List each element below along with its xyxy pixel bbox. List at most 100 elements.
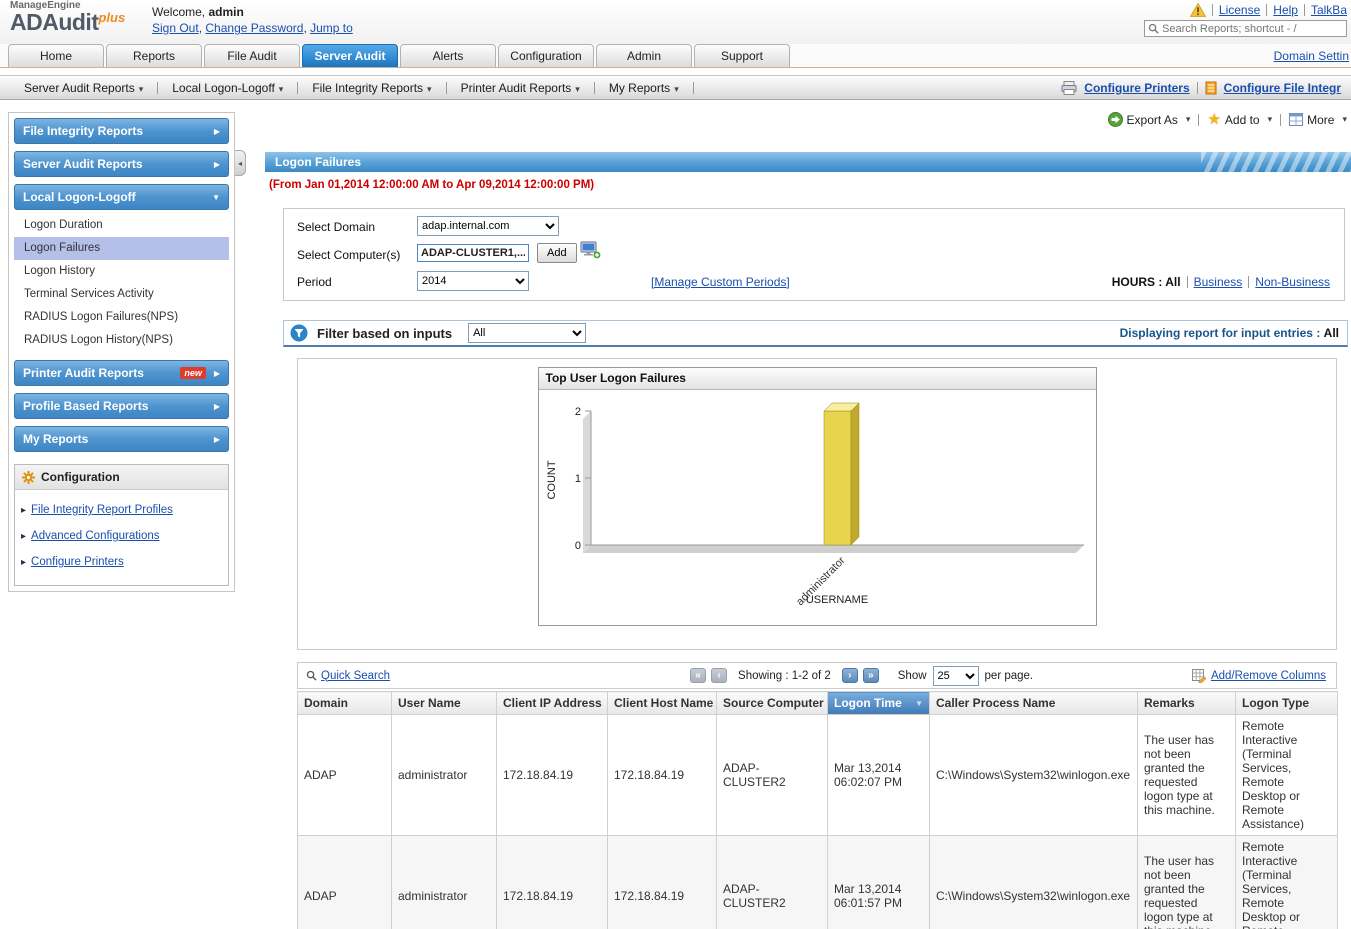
sidebar-section-profile-based-reports[interactable]: Profile Based Reports: [14, 393, 229, 419]
sidebar-item-logon-failures[interactable]: Logon Failures: [14, 237, 229, 260]
column-header-source-computer[interactable]: Source Computer: [717, 692, 828, 715]
separator: [1266, 4, 1267, 16]
utility-links: License Help TalkBa: [1190, 3, 1347, 17]
business-hours-link[interactable]: Business: [1194, 275, 1243, 289]
sidebar-collapse-handle[interactable]: ◂: [235, 150, 246, 176]
welcome-text: Welcome, admin: [152, 5, 244, 19]
tab-alerts[interactable]: Alerts: [400, 44, 496, 67]
domain-settings-link[interactable]: Domain Settin: [1274, 49, 1349, 63]
column-header-domain[interactable]: Domain: [298, 692, 392, 715]
per-page-label: per page.: [985, 670, 1034, 682]
sidebar-item-radius-logon-failures[interactable]: RADIUS Logon Failures(NPS): [14, 306, 229, 329]
tab-configuration[interactable]: Configuration: [498, 44, 594, 67]
report-subnav: Server Audit Reports Local Logon-Logoff …: [0, 75, 1351, 100]
bullet-arrow-icon: [21, 549, 26, 575]
non-business-hours-link[interactable]: Non-Business: [1255, 275, 1330, 289]
sidebar-item-radius-logon-history[interactable]: RADIUS Logon History(NPS): [14, 329, 229, 352]
file-integrity-report-profiles-link[interactable]: File Integrity Report Profiles: [31, 498, 173, 522]
y-tick-2: 2: [574, 406, 580, 418]
separator: [693, 82, 694, 94]
column-header-client-host[interactable]: Client Host Name: [608, 692, 717, 715]
chart-title: Top User Logon Failures: [539, 368, 1096, 390]
sidebar-item-logon-duration[interactable]: Logon Duration: [14, 214, 229, 237]
sidebar-item-logon-history[interactable]: Logon History: [14, 260, 229, 283]
filter-select[interactable]: All: [468, 323, 586, 343]
tab-admin[interactable]: Admin: [596, 44, 692, 67]
last-page-button[interactable]: »: [863, 668, 879, 683]
add-computer-button[interactable]: Add: [537, 243, 577, 263]
y-tick-0: 0: [574, 540, 580, 552]
table-row: ADAP administrator 172.18.84.19 172.18.8…: [298, 715, 1338, 836]
talkback-link[interactable]: TalkBa: [1311, 3, 1347, 17]
separator: [594, 82, 595, 94]
tab-home[interactable]: Home: [8, 44, 104, 67]
subnav-local-logon-logoff[interactable]: Local Logon-Logoff: [172, 81, 283, 95]
tab-support[interactable]: Support: [694, 44, 790, 67]
bullet-arrow-icon: [21, 497, 26, 523]
jump-to-link[interactable]: Jump to: [310, 21, 353, 35]
help-link[interactable]: Help: [1273, 3, 1298, 17]
first-page-button[interactable]: «: [690, 668, 706, 683]
period-select[interactable]: 2014: [417, 271, 529, 291]
separator: [446, 82, 447, 94]
sidebar-item-terminal-services-activity[interactable]: Terminal Services Activity: [14, 283, 229, 306]
sidebar-section-my-reports[interactable]: My Reports: [14, 426, 229, 452]
column-header-logon-time[interactable]: Logon Time: [828, 692, 930, 715]
product-name: ADAudit: [10, 9, 98, 35]
report-content: Logon Failures (From Jan 01,2014 12:00:0…: [265, 112, 1351, 929]
cell-source-computer: ADAP-CLUSTER2: [717, 715, 828, 836]
search-icon: [1148, 23, 1159, 34]
column-header-client-ip[interactable]: Client IP Address: [497, 692, 608, 715]
displaying-report-text: Displaying report for input entries : Al…: [1120, 326, 1339, 340]
column-header-logon-type[interactable]: Logon Type: [1236, 692, 1338, 715]
username: admin: [208, 5, 243, 19]
advanced-configurations-link[interactable]: Advanced Configurations: [31, 524, 160, 548]
warning-icon[interactable]: [1190, 3, 1206, 17]
page-size-select[interactable]: 25: [933, 666, 979, 686]
quick-search-link[interactable]: Quick Search: [306, 670, 390, 682]
chevron-right-icon: [214, 118, 220, 144]
configure-printers-link[interactable]: Configure Printers: [1084, 81, 1189, 95]
tab-file-audit[interactable]: File Audit: [204, 44, 300, 67]
cell-user-name: administrator: [392, 836, 497, 929]
previous-page-button[interactable]: ‹: [711, 668, 727, 683]
y-axis-label: COUNT: [546, 460, 558, 499]
manage-custom-periods-link[interactable]: [Manage Custom Periods]: [651, 275, 790, 289]
subnav-file-integrity-reports[interactable]: File Integrity Reports: [312, 81, 431, 95]
logon-failures-table: Domain User Name Client IP Address Clien…: [297, 691, 1338, 929]
search-input[interactable]: [1162, 23, 1343, 35]
cell-source-computer: ADAP-CLUSTER2: [717, 836, 828, 929]
cell-domain: ADAP: [298, 836, 392, 929]
tab-reports[interactable]: Reports: [106, 44, 202, 67]
table-row: ADAP administrator 172.18.84.19 172.18.8…: [298, 836, 1338, 929]
subnav-server-audit-reports[interactable]: Server Audit Reports: [24, 81, 143, 95]
select-computer-icon[interactable]: [580, 241, 601, 259]
change-password-link[interactable]: Change Password: [205, 21, 303, 35]
table-header-row: Domain User Name Client IP Address Clien…: [298, 692, 1338, 715]
tab-server-audit[interactable]: Server Audit: [302, 44, 398, 67]
chevron-right-icon: [214, 151, 220, 177]
search-icon: [306, 670, 317, 681]
subnav-my-reports[interactable]: My Reports: [609, 81, 679, 95]
logon-failures-bar-chart: 2 1 0 COUNT administrator USERNAME: [539, 390, 1096, 622]
computers-input[interactable]: [417, 244, 529, 262]
sign-out-link[interactable]: Sign Out: [152, 21, 199, 35]
column-header-caller-process[interactable]: Caller Process Name: [930, 692, 1138, 715]
hours-all-label: HOURS : All: [1112, 275, 1181, 289]
cell-logon-type: Remote Interactive (Terminal Services, R…: [1236, 836, 1338, 929]
cell-remarks: The user has not been granted the reques…: [1138, 836, 1236, 929]
configure-file-integrity-link[interactable]: Configure File Integr: [1224, 81, 1341, 95]
domain-select[interactable]: adap.internal.com: [417, 216, 559, 236]
column-header-user-name[interactable]: User Name: [392, 692, 497, 715]
next-page-button[interactable]: ›: [842, 668, 858, 683]
sidebar-section-file-integrity-reports[interactable]: File Integrity Reports: [14, 118, 229, 144]
subnav-printer-audit-reports[interactable]: Printer Audit Reports: [461, 81, 580, 95]
report-search-box: [1144, 20, 1347, 37]
license-link[interactable]: License: [1219, 3, 1260, 17]
configure-printers-sidebar-link[interactable]: Configure Printers: [31, 550, 124, 574]
sidebar-section-printer-audit-reports[interactable]: Printer Audit Reports new: [14, 360, 229, 386]
sidebar-section-server-audit-reports[interactable]: Server Audit Reports: [14, 151, 229, 177]
column-header-remarks[interactable]: Remarks: [1138, 692, 1236, 715]
sidebar-section-local-logon-logoff[interactable]: Local Logon-Logoff: [14, 184, 229, 210]
add-remove-columns-link[interactable]: Add/Remove Columns: [1192, 669, 1326, 683]
